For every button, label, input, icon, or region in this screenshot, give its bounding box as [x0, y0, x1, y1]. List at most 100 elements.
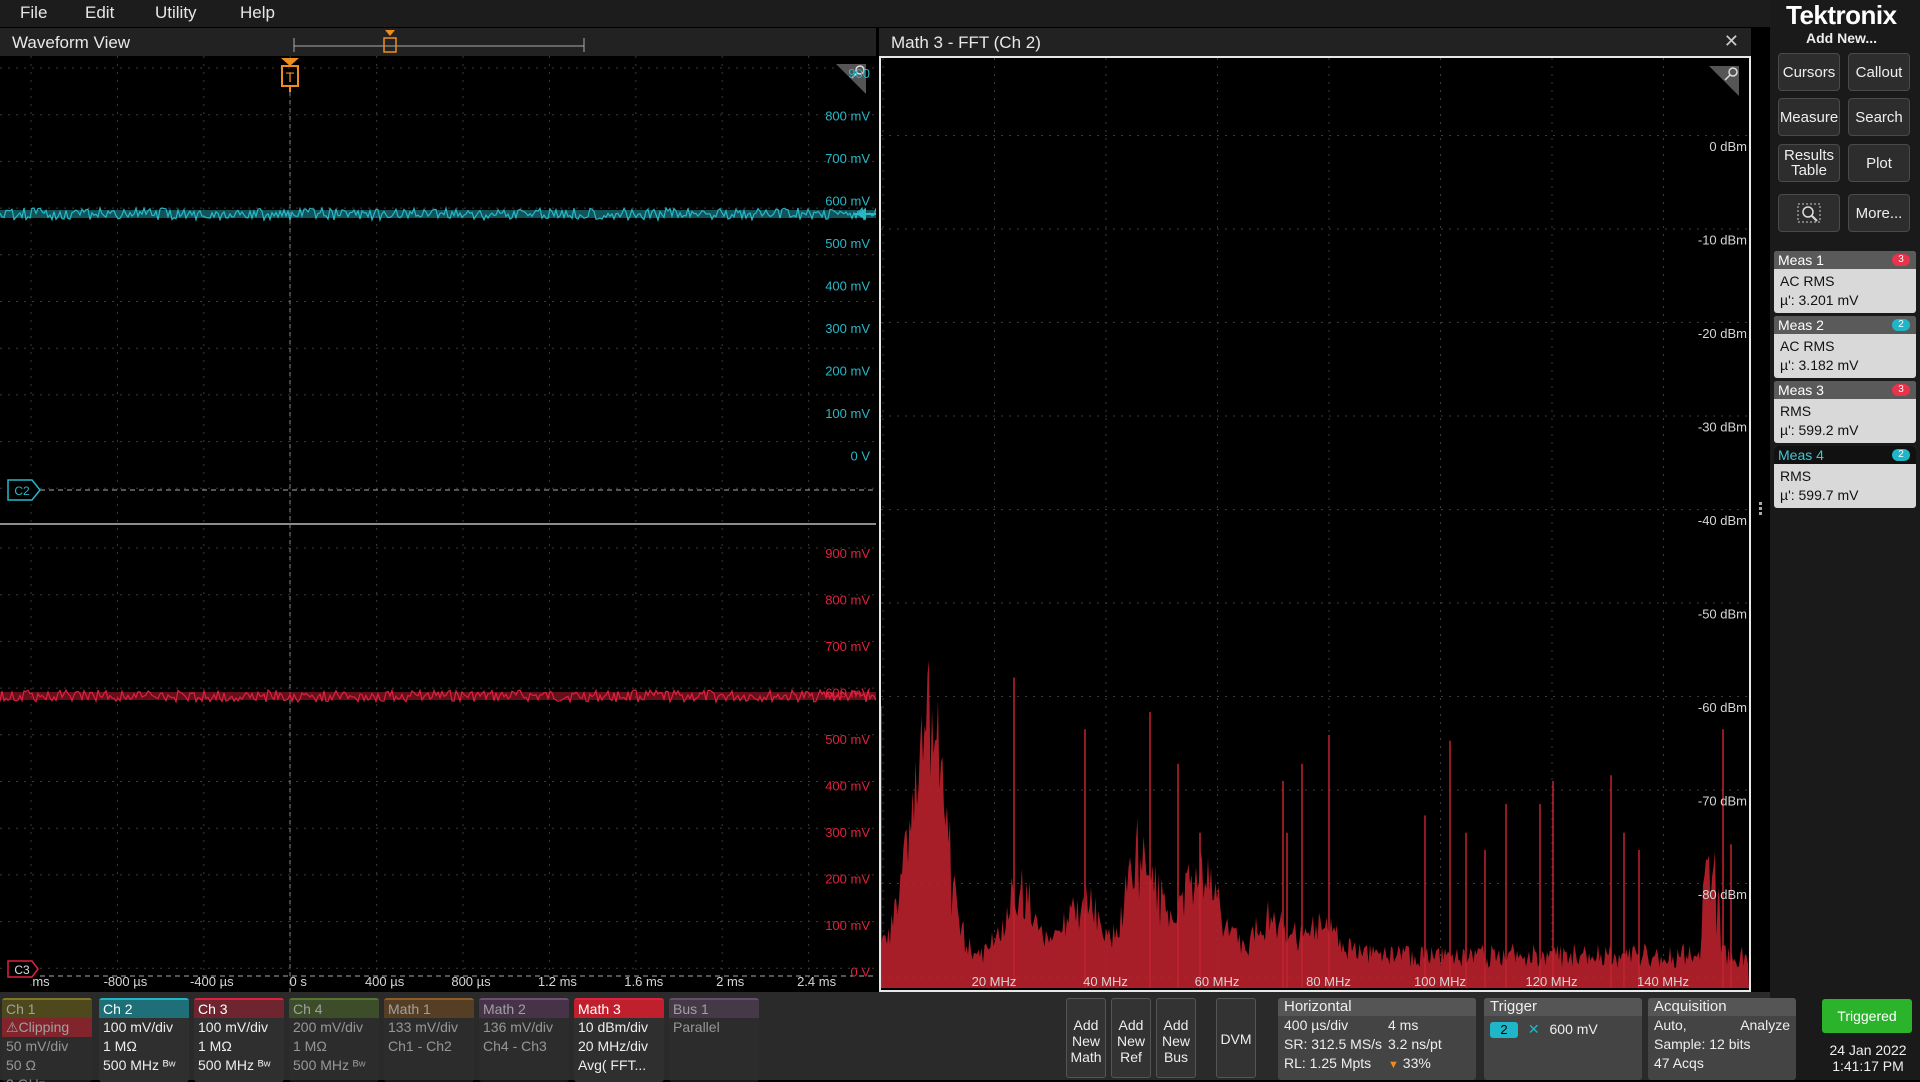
date-time: 24 Jan 2022 1:41:17 PM	[1820, 1042, 1916, 1074]
channel-setting: 200 mV/div	[293, 1019, 364, 1035]
trigger-position-icon: ▼	[1388, 1059, 1399, 1071]
menu-bar: File Edit Utility Help	[0, 0, 1770, 27]
horizontal-settings[interactable]: Horizontal 400 µs/div 4 ms SR: 312.5 MS/…	[1278, 998, 1476, 1080]
measurement-name: Meas 2 2	[1774, 316, 1916, 334]
results-table-button[interactable]: Results Table	[1778, 144, 1840, 182]
ch3-noise-band	[0, 692, 876, 700]
menu-utility[interactable]: Utility	[155, 3, 197, 23]
ch2-vertical-label: 500 mV	[825, 236, 870, 251]
channel-badge-math-3[interactable]: Math 3 10 dBm/div 20 MHz/div Avg( FFT...	[574, 998, 664, 1082]
channel-badge-ch-4[interactable]: Ch 4 200 mV/div 1 MΩ 500 MHz ᴮʷ	[289, 998, 379, 1082]
trigger-level: 600 mV	[1549, 1021, 1598, 1037]
channel-name: Math 1	[384, 1000, 474, 1018]
measurement-card[interactable]: Meas 2 2 AC RMS µ': 3.182 mV	[1774, 316, 1916, 378]
channel-setting: 20 MHz/div	[578, 1038, 649, 1054]
channel-setting: 1 MΩ	[198, 1038, 232, 1054]
channel-badge-ch-2[interactable]: Ch 2 100 mV/div 1 MΩ 500 MHz ᴮʷ	[99, 998, 189, 1082]
ch3-vertical-label: 100 mV	[825, 918, 870, 933]
add-new-math-button[interactable]: Add New Math	[1066, 998, 1106, 1078]
channel-setting: 1 MΩ	[103, 1038, 137, 1054]
channel-setting: 10 dBm/div	[578, 1019, 649, 1035]
measurement-value: µ': 599.7 mV	[1780, 487, 1859, 503]
waveform-view[interactable]: T C2 C3 900 800 mV 700 mV 600 mV 500 mV 400 m…	[0, 56, 877, 992]
measure-button[interactable]: Measure	[1778, 98, 1840, 136]
zoom-search-button[interactable]	[1778, 194, 1840, 232]
measurement-value: µ': 3.201 mV	[1780, 292, 1859, 308]
record-overview-bar[interactable]	[290, 30, 590, 54]
measurement-source-badge: 2	[1892, 319, 1910, 331]
time-axis-label: ms	[32, 974, 50, 989]
time-axis-label: 1.6 ms	[624, 974, 664, 989]
acquisition-row-1: Auto, Analyze	[1648, 1016, 1796, 1035]
ch2-offset-marker[interactable]: C2	[7, 479, 41, 501]
ch2-marker-label: C2	[14, 484, 30, 498]
channel-setting: 100 mV/div	[103, 1019, 174, 1035]
fft-vertical-label: 0 dBm	[1709, 139, 1747, 154]
dvm-button[interactable]: DVM	[1216, 998, 1256, 1078]
channel-name: Ch 3	[194, 1000, 284, 1018]
plot-button[interactable]: Plot	[1848, 144, 1910, 182]
measurement-type: AC RMS	[1780, 338, 1835, 354]
measurement-source-badge: 2	[1892, 449, 1910, 461]
channel-setting: Avg( FFT...	[578, 1057, 647, 1073]
drag-handle[interactable]	[1759, 500, 1763, 524]
menu-help[interactable]: Help	[240, 3, 275, 23]
channel-name: Math 2	[479, 1000, 569, 1018]
trigger-position-marker[interactable]: T	[281, 58, 299, 92]
menu-edit[interactable]: Edit	[85, 3, 114, 23]
measurement-type: AC RMS	[1780, 273, 1835, 289]
cursors-button[interactable]: Cursors	[1778, 53, 1840, 91]
channel-setting: 100 mV/div	[198, 1019, 269, 1035]
time-axis-label: 0 s	[290, 974, 308, 989]
channel-badge-ch-1[interactable]: Ch 1⚠Clipping50 mV/div 50 Ω 2 GHz	[2, 998, 92, 1082]
ch2-vertical-label: 600 mV	[825, 194, 870, 209]
measurement-card[interactable]: Meas 4 2 RMS µ': 599.7 mV	[1774, 446, 1916, 508]
ch2-vertical-label: 700 mV	[825, 151, 870, 166]
measurement-name-text: Meas 1	[1778, 252, 1824, 268]
measurement-card[interactable]: Meas 3 3 RMS µ': 599.2 mV	[1774, 381, 1916, 443]
horizontal-row-1: 400 µs/div 4 ms	[1278, 1016, 1476, 1035]
channel-badge-bus-1[interactable]: Bus 1 Parallel	[669, 998, 759, 1082]
measurement-name: Meas 3 3	[1774, 381, 1916, 399]
channel-setting: Ch4 - Ch3	[483, 1038, 547, 1054]
ch2-vertical-label: 800 mV	[825, 109, 870, 124]
channel-badge-math-2[interactable]: Math 2 136 mV/div Ch4 - Ch3	[479, 998, 569, 1082]
fft-frequency-label: 60 MHz	[1195, 974, 1240, 989]
time-axis-label: 2 ms	[716, 974, 745, 989]
channel-badge-ch-3[interactable]: Ch 3 100 mV/div 1 MΩ 500 MHz ᴮʷ	[194, 998, 284, 1082]
trigger-settings[interactable]: Trigger 2 ✕ 600 mV	[1484, 998, 1642, 1080]
more-button[interactable]: More...	[1848, 194, 1910, 232]
measurement-name-text: Meas 4	[1778, 447, 1824, 463]
menu-file[interactable]: File	[20, 3, 47, 23]
add-new-bus-button[interactable]: Add New Bus	[1156, 998, 1196, 1078]
callout-button[interactable]: Callout	[1848, 53, 1910, 91]
channel-badge-math-1[interactable]: Math 1 133 mV/div Ch1 - Ch2	[384, 998, 474, 1082]
channel-setting: 133 mV/div	[388, 1019, 459, 1035]
fft-view[interactable]: 0 dBm -10 dBm -20 dBm -30 dBm -40 dBm -50 dBm…	[879, 41, 1751, 992]
fft-vertical-label: -10 dBm	[1698, 233, 1747, 248]
horizontal-record-length: RL: 1.25 Mpts	[1284, 1055, 1372, 1071]
results-table-label-1: Results	[1783, 147, 1835, 164]
acquisition-analyze: Analyze	[1740, 1017, 1790, 1033]
channel-name: Bus 1	[669, 1000, 759, 1018]
measurement-type: RMS	[1780, 468, 1812, 484]
add-bus-line-3: Bus	[1163, 1049, 1189, 1065]
acquisition-sample: Sample: 12 bits	[1654, 1036, 1751, 1052]
horizontal-title: Horizontal	[1278, 998, 1476, 1016]
search-button[interactable]: Search	[1848, 98, 1910, 136]
channel-setting: 1 MΩ	[293, 1038, 327, 1054]
close-icon[interactable]: ✕	[1724, 31, 1739, 52]
add-new-ref-button[interactable]: Add New Ref	[1111, 998, 1151, 1078]
fft-zoom-icon[interactable]	[1709, 66, 1739, 96]
waveform-graticule: T C2 C3 900 800 mV 700 mV 600 mV 500 mV 400 m…	[0, 56, 877, 992]
measurement-name: Meas 1 3	[1774, 251, 1916, 269]
triggered-status[interactable]: Triggered	[1822, 999, 1912, 1033]
measurement-card[interactable]: Meas 1 3 AC RMS µ': 3.201 mV	[1774, 251, 1916, 313]
acquisition-settings[interactable]: Acquisition Auto, Analyze Sample: 12 bit…	[1648, 998, 1796, 1080]
fft-frequency-label: 120 MHz	[1525, 974, 1577, 989]
measurement-source-badge: 3	[1892, 384, 1910, 396]
ch3-vertical-label: 300 mV	[825, 825, 870, 840]
measurement-name-text: Meas 3	[1778, 382, 1824, 398]
tektronix-logo: Tektronix	[1786, 0, 1897, 30]
measurement-source-badge: 3	[1892, 254, 1910, 266]
